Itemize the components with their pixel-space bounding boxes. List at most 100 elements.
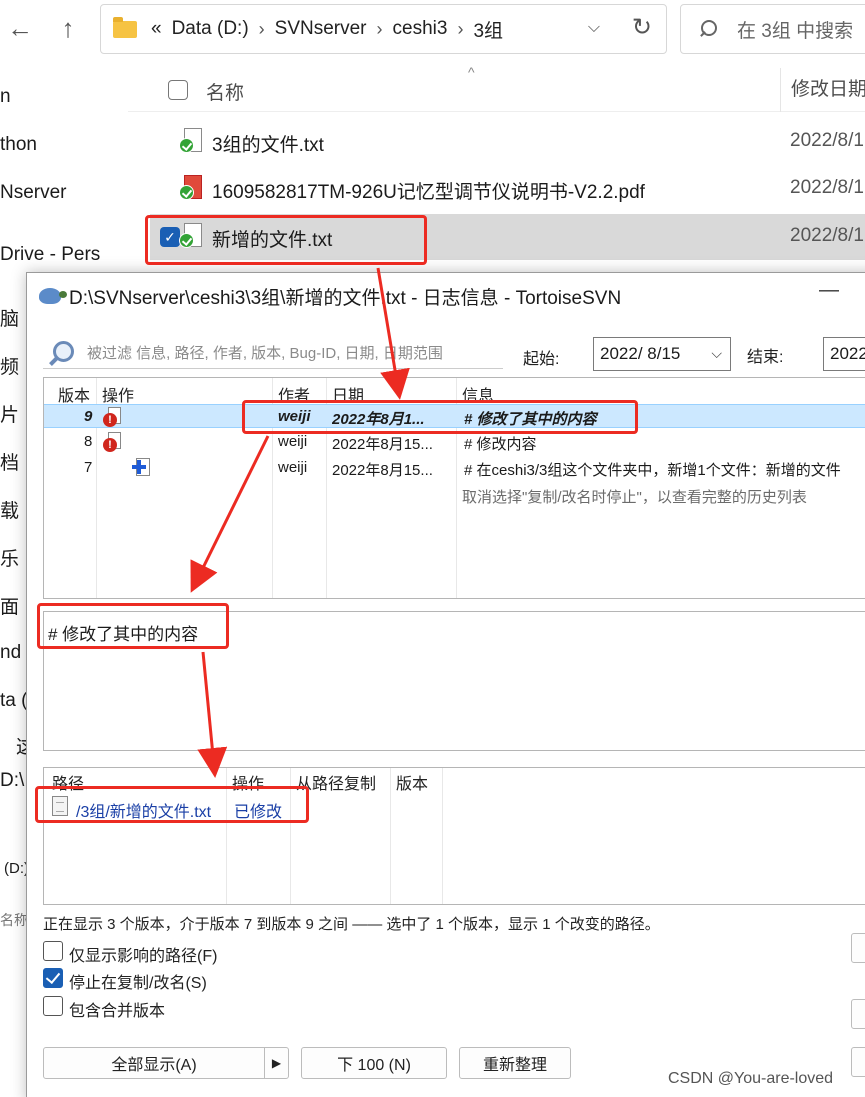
sidebar-item[interactable]: Nserver <box>0 182 67 204</box>
select-all-checkbox[interactable] <box>168 80 188 100</box>
to-date-picker[interactable]: 2022/ <box>823 337 865 371</box>
history-hint: 取消选择"复制/改名时停止"，以查看完整的历史列表 <box>462 489 807 506</box>
column-header-name[interactable]: 名称 <box>206 78 244 105</box>
sidebar-item[interactable]: 脑 <box>0 304 19 331</box>
breadcrumb-overflow[interactable]: « <box>151 18 162 40</box>
search-icon <box>699 20 717 38</box>
column-header-date[interactable]: 修改日期 <box>780 68 865 112</box>
column-header-revision[interactable]: 版本 <box>396 770 428 794</box>
file-name: 3组的文件.txt <box>212 135 324 156</box>
next-100-label: 下 100 (N) <box>337 1057 411 1074</box>
show-all-button[interactable]: 全部显示(A) ▶ <box>43 1047 289 1079</box>
file-date: 2022/8/1 <box>790 225 864 246</box>
tortoisesvn-icon <box>39 288 67 304</box>
svn-normal-overlay-icon <box>179 138 194 153</box>
chevron-right-icon: › <box>258 18 265 39</box>
sidebar-item[interactable]: n <box>0 86 11 108</box>
file-name: 1609582817TM-926U记忆型调节仪说明书-V2.2.pdf <box>212 182 645 203</box>
file-date: 2022/8/1 <box>790 177 864 198</box>
revision-cell: 8 <box>84 433 93 450</box>
chevron-down-icon[interactable]: ⌵ <box>711 345 722 362</box>
filter-input[interactable]: 被过滤 信息, 路径, 作者, 版本, Bug-ID, 日期, 日期范围 <box>43 337 503 369</box>
revision-cell: 9 <box>84 408 93 425</box>
sidebar-item[interactable]: 乐 <box>0 544 19 571</box>
column-divider <box>442 768 443 904</box>
include-merged-label[interactable]: 包含合并版本 <box>69 997 165 1021</box>
annotation-box-message <box>37 603 229 649</box>
folder-icon <box>113 16 137 38</box>
date-cell: 2022年8月15... <box>332 436 433 453</box>
sidebar-item[interactable]: nd <box>0 642 21 664</box>
column-header-revision[interactable]: 版本 <box>58 382 90 406</box>
dropdown-arrow-icon[interactable]: ▶ <box>264 1048 288 1078</box>
to-label: 结束: <box>747 349 784 366</box>
show-all-label: 全部显示(A) <box>111 1057 197 1074</box>
refresh-icon[interactable]: ↻ <box>632 13 652 42</box>
svn-normal-overlay-icon <box>179 185 194 200</box>
sidebar-item[interactable]: 频 <box>0 352 19 379</box>
sidebar-item[interactable]: thon <box>0 134 37 156</box>
sidebar-item[interactable]: ta ( <box>0 690 27 712</box>
from-date-picker[interactable]: 2022/ 8/15 ⌵ <box>593 337 731 371</box>
next-100-button[interactable]: 下 100 (N) <box>301 1047 447 1079</box>
show-affected-paths-label[interactable]: 仅显示影响的路径(F) <box>69 942 217 966</box>
side-button[interactable] <box>851 933 865 963</box>
sidebar-item[interactable]: D:\ <box>0 770 24 792</box>
chevron-down-icon[interactable]: ⌵ <box>588 19 600 37</box>
file-row[interactable]: 1609582817TM-926U记忆型调节仪说明书-V2.2.pdf 2022… <box>150 166 865 212</box>
stop-on-copy-label[interactable]: 停止在复制/改名(S) <box>69 969 207 993</box>
chevron-right-icon: › <box>457 18 464 39</box>
added-action-icon <box>132 458 150 476</box>
side-button[interactable] <box>851 1047 865 1077</box>
refresh-button[interactable]: 重新整理 <box>459 1047 571 1079</box>
search-icon[interactable] <box>47 339 75 367</box>
pdf-file-icon <box>179 175 202 200</box>
back-icon[interactable]: ← <box>0 6 40 50</box>
from-label: 起始: <box>523 351 560 368</box>
search-placeholder: 在 3组 中搜索 <box>737 20 854 42</box>
refresh-label: 重新整理 <box>482 1057 547 1074</box>
chevron-right-icon: › <box>376 18 383 39</box>
file-row[interactable]: 3组的文件.txt 2022/8/1 <box>150 119 865 165</box>
up-arrow-icon[interactable]: ↑ <box>48 6 88 50</box>
sidebar-item[interactable]: 片 <box>0 400 19 427</box>
modified-action-icon: ! <box>103 432 121 452</box>
show-affected-paths-checkbox[interactable] <box>43 941 63 961</box>
breadcrumb-ceshi3[interactable]: ceshi3 <box>393 18 448 40</box>
search-box[interactable]: 在 3组 中搜索 <box>680 4 865 54</box>
author-cell: weiji <box>278 433 308 450</box>
sidebar-item[interactable]: 档 <box>0 448 19 475</box>
stop-on-copy-checkbox[interactable] <box>43 968 63 988</box>
column-header-action[interactable]: 操作 <box>102 382 134 406</box>
watermark: CSDN @You-are-loved <box>668 1070 834 1087</box>
sidebar-item[interactable]: 载 <box>0 496 19 523</box>
breadcrumb-svnserver[interactable]: SVNserver <box>275 18 367 40</box>
breadcrumb-drive[interactable]: Data (D:) <box>172 18 249 40</box>
message-cell: # 修改内容 <box>464 436 537 453</box>
author-cell: weiji <box>278 459 308 476</box>
annotation-box-log-row <box>242 400 638 434</box>
column-divider <box>390 768 391 904</box>
dialog-title: D:\SVNserver\ceshi3\3组\新增的文件.txt - 日志信息 … <box>69 287 622 309</box>
to-date-value: 2022/ <box>830 344 865 363</box>
include-merged-checkbox[interactable] <box>43 996 63 1016</box>
sidebar-item[interactable]: 面 <box>0 592 19 619</box>
sidebar-item[interactable]: Drive - Pers <box>0 244 100 266</box>
dialog-title-bar[interactable]: D:\SVNserver\ceshi3\3组\新增的文件.txt - 日志信息 … <box>27 273 865 319</box>
date-cell: 2022年8月15... <box>332 462 433 479</box>
svn-log-dialog: D:\SVNserver\ceshi3\3组\新增的文件.txt - 日志信息 … <box>26 272 865 1097</box>
address-bar[interactable]: « Data (D:) › SVNserver › ceshi3 › 3组 ⌵ … <box>100 4 667 54</box>
side-button[interactable] <box>851 999 865 1029</box>
status-text: 正在显示 3 个版本，介于版本 7 到版本 9 之间 —— 选中了 1 个版本，… <box>43 916 660 933</box>
sidebar-item: 名称 <box>0 912 28 928</box>
text-file-icon <box>179 128 202 153</box>
file-date: 2022/8/1 <box>790 130 864 151</box>
message-cell: # 在ceshi3/3组这个文件夹中，新增1个文件：新增的文件 <box>464 462 841 479</box>
breadcrumb-3zu[interactable]: 3组 <box>473 16 503 43</box>
file-list-header: ^ 名称 修改日期 <box>128 64 865 112</box>
minimize-button[interactable]: — <box>819 279 839 302</box>
log-row[interactable]: 7 weiji 2022年8月15... # 在ceshi3/3组这个文件夹中，… <box>44 456 865 480</box>
modified-action-icon: ! <box>103 407 121 427</box>
filter-placeholder: 被过滤 信息, 路径, 作者, 版本, Bug-ID, 日期, 日期范围 <box>87 345 443 362</box>
from-date-value: 2022/ 8/15 <box>600 344 681 363</box>
